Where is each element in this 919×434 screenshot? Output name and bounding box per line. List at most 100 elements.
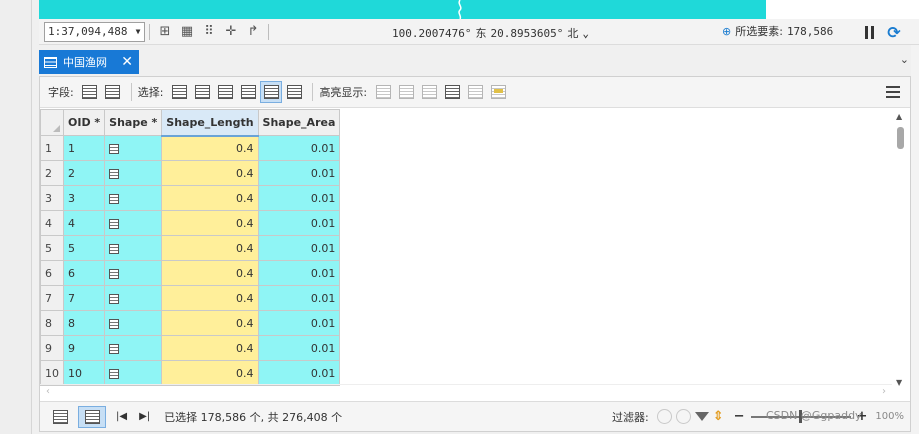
cell-shape-area[interactable]: 0.01 bbox=[257, 360, 341, 386]
cell-shape[interactable] bbox=[104, 185, 163, 211]
menu-icon[interactable] bbox=[886, 86, 900, 98]
cell-shape-area[interactable]: 0.01 bbox=[257, 335, 341, 361]
cell-shape-length[interactable]: 0.4 bbox=[161, 185, 259, 211]
cell-shape[interactable] bbox=[104, 260, 163, 286]
cell-shape-length[interactable]: 0.4 bbox=[161, 235, 259, 261]
table-row[interactable]: 8 8 0.4 0.01 bbox=[40, 310, 341, 336]
row-number[interactable]: 7 bbox=[40, 285, 64, 311]
cell-shape-area[interactable]: 0.01 bbox=[257, 235, 341, 261]
cell-shape-length[interactable]: 0.4 bbox=[161, 160, 259, 186]
row-number[interactable]: 8 bbox=[40, 310, 64, 336]
row-number[interactable]: 5 bbox=[40, 235, 64, 261]
clear-highlighted-button[interactable] bbox=[464, 81, 486, 103]
calculate-field-button[interactable] bbox=[102, 81, 124, 103]
cell-shape[interactable] bbox=[104, 360, 163, 386]
selection-filter-icon[interactable] bbox=[675, 409, 691, 424]
selected-features[interactable]: ⊕ 所选要素: 178,586 bbox=[722, 23, 833, 39]
cell-shape-length[interactable]: 0.4 bbox=[161, 210, 259, 236]
table-row[interactable]: 2 2 0.4 0.01 bbox=[40, 160, 341, 186]
table-row[interactable]: 3 3 0.4 0.01 bbox=[40, 185, 341, 211]
column-header-shape[interactable]: Shape * bbox=[104, 109, 163, 136]
cell-shape[interactable] bbox=[104, 285, 163, 311]
chevron-down-icon[interactable]: ⌄ bbox=[900, 53, 909, 66]
column-header-shape-length[interactable]: Shape_Length bbox=[161, 109, 259, 137]
table-row[interactable]: 10 10 0.4 0.01 bbox=[40, 360, 341, 386]
cell-shape-area[interactable]: 0.01 bbox=[257, 210, 341, 236]
scroll-down-icon[interactable]: ▼ bbox=[896, 378, 902, 387]
cell-oid[interactable]: 7 bbox=[62, 285, 106, 311]
cell-oid[interactable]: 5 bbox=[62, 235, 106, 261]
cell-shape-area[interactable]: 0.01 bbox=[257, 185, 341, 211]
switch-highlighted-button[interactable] bbox=[441, 81, 463, 103]
cell-oid[interactable]: 3 bbox=[62, 185, 106, 211]
cell-shape[interactable] bbox=[104, 235, 163, 261]
zoom-to-selection-button[interactable] bbox=[191, 81, 213, 103]
table-row[interactable]: 1 1 0.4 0.01 bbox=[40, 135, 341, 161]
table-row[interactable]: 9 9 0.4 0.01 bbox=[40, 335, 341, 361]
row-number[interactable]: 3 bbox=[40, 185, 64, 211]
cell-shape[interactable] bbox=[104, 160, 163, 186]
grid-icon[interactable]: ▦ bbox=[176, 22, 198, 42]
extent-filter-icon[interactable] bbox=[656, 409, 672, 424]
chevron-down-icon[interactable]: ▼ bbox=[132, 27, 144, 36]
scroll-left-icon[interactable]: ‹ bbox=[46, 386, 50, 397]
cell-oid[interactable]: 10 bbox=[62, 360, 106, 386]
clear-selection-button[interactable] bbox=[237, 81, 259, 103]
add-grid-icon[interactable]: ⊞ bbox=[154, 22, 176, 42]
cell-shape-length[interactable]: 0.4 bbox=[161, 335, 259, 361]
table-row[interactable]: 6 6 0.4 0.01 bbox=[40, 260, 341, 286]
select-all-corner[interactable] bbox=[40, 109, 64, 136]
cell-shape[interactable] bbox=[104, 310, 163, 336]
sort-icon[interactable]: ⇕ bbox=[713, 409, 724, 424]
filter-icon[interactable] bbox=[694, 412, 709, 421]
cell-shape-length[interactable]: 0.4 bbox=[161, 260, 259, 286]
highlight-button-1[interactable] bbox=[372, 81, 394, 103]
scroll-up-icon[interactable]: ▲ bbox=[896, 112, 902, 121]
cell-shape-area[interactable]: 0.01 bbox=[257, 310, 341, 336]
horizontal-scrollbar[interactable]: ‹ › bbox=[40, 384, 892, 400]
cell-oid[interactable]: 4 bbox=[62, 210, 106, 236]
column-header-shape-area[interactable]: Shape_Area bbox=[257, 109, 341, 136]
cell-shape-area[interactable]: 0.01 bbox=[257, 135, 341, 161]
table-row[interactable]: 5 5 0.4 0.01 bbox=[40, 235, 341, 261]
row-number[interactable]: 6 bbox=[40, 260, 64, 286]
scale-selector[interactable]: 1:37,094,488 ▼ bbox=[44, 21, 145, 42]
last-record-icon[interactable]: ▶| bbox=[139, 411, 150, 422]
cell-shape-length[interactable]: 0.4 bbox=[161, 135, 259, 161]
cell-shape-area[interactable]: 0.01 bbox=[257, 285, 341, 311]
delete-selection-button[interactable] bbox=[260, 81, 283, 103]
cell-oid[interactable]: 1 bbox=[62, 135, 106, 161]
cell-oid[interactable]: 2 bbox=[62, 160, 106, 186]
north-arrow-icon[interactable]: ↱ bbox=[242, 22, 264, 42]
select-by-attributes-button[interactable] bbox=[168, 81, 190, 103]
row-number[interactable]: 9 bbox=[40, 335, 64, 361]
table-row[interactable]: 4 4 0.4 0.01 bbox=[40, 210, 341, 236]
highlight-button-2[interactable] bbox=[395, 81, 417, 103]
cell-shape[interactable] bbox=[104, 335, 163, 361]
cell-oid[interactable]: 6 bbox=[62, 260, 106, 286]
cell-shape-area[interactable]: 0.01 bbox=[257, 260, 341, 286]
pause-drawing-button[interactable] bbox=[860, 23, 878, 41]
refresh-icon[interactable]: ⟳ bbox=[884, 22, 904, 42]
cell-shape[interactable] bbox=[104, 210, 163, 236]
cell-oid[interactable]: 9 bbox=[62, 335, 106, 361]
cell-oid[interactable]: 8 bbox=[62, 310, 106, 336]
zoom-out-button[interactable]: − bbox=[734, 409, 745, 424]
zoom-to-highlighted-button[interactable] bbox=[418, 81, 440, 103]
zoom-to-selection-icon[interactable]: ⊕ bbox=[722, 25, 731, 38]
copy-selection-button[interactable] bbox=[283, 81, 305, 103]
cell-shape-length[interactable]: 0.4 bbox=[161, 310, 259, 336]
cell-shape-length[interactable]: 0.4 bbox=[161, 285, 259, 311]
add-field-button[interactable] bbox=[79, 81, 101, 103]
first-record-icon[interactable]: |◀ bbox=[116, 411, 127, 422]
row-number[interactable]: 4 bbox=[40, 210, 64, 236]
column-header-oid[interactable]: OID * bbox=[62, 109, 106, 136]
switch-selection-button[interactable] bbox=[214, 81, 236, 103]
close-icon[interactable]: ✕ bbox=[121, 54, 133, 70]
show-selected-records-button[interactable] bbox=[78, 405, 106, 428]
chevron-down-icon[interactable]: ⌄ bbox=[582, 27, 589, 40]
snapping-icon[interactable]: ⠿ bbox=[198, 22, 220, 42]
scroll-thumb[interactable] bbox=[897, 127, 904, 149]
row-number[interactable]: 10 bbox=[40, 360, 64, 386]
vertical-scrollbar[interactable]: ▲ ▼ bbox=[892, 109, 910, 389]
